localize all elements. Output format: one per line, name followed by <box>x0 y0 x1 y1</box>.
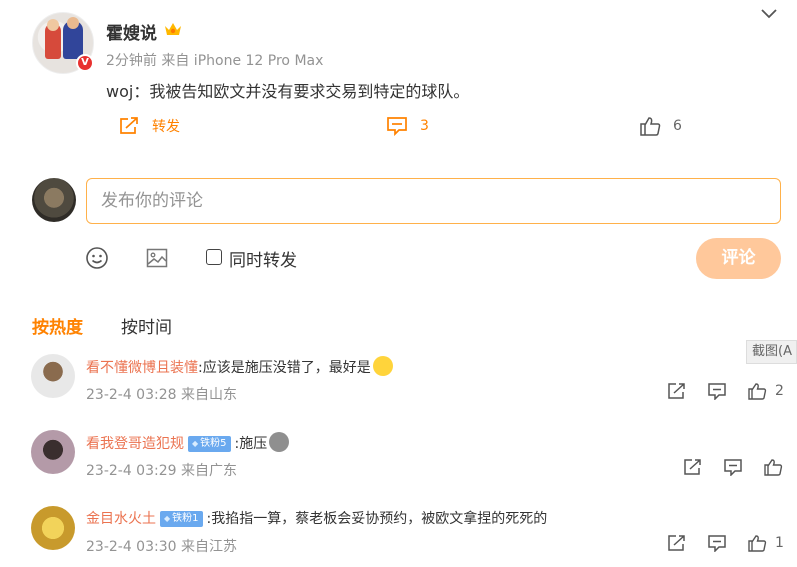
repost-label: 转发 <box>152 119 180 135</box>
comment-like-button[interactable]: 1 <box>747 534 784 552</box>
comment-username[interactable]: 看不懂微博且装懂 <box>86 360 198 376</box>
comment-avatar[interactable] <box>31 506 75 550</box>
comment-like-button[interactable] <box>763 458 791 476</box>
comment-like-count: 1 <box>775 535 784 551</box>
comment-icon <box>708 535 726 552</box>
comment-time: 23-2-4 03:30 来自江苏 <box>86 539 237 555</box>
thumbs-up-icon <box>748 383 767 400</box>
comment-icon <box>708 383 726 400</box>
thumbs-up-icon <box>764 459 783 476</box>
fan-badge: 铁粉5 <box>188 436 231 452</box>
image-icon[interactable] <box>146 247 168 269</box>
comment-repost-button[interactable] <box>667 382 687 400</box>
comment-avatar[interactable] <box>31 430 75 474</box>
fan-badge: 铁粉1 <box>160 511 203 527</box>
comment-repost-button[interactable] <box>667 534 687 552</box>
comment-username[interactable]: 金目水火土 <box>86 511 156 527</box>
author-name[interactable]: 霍嫂说 <box>106 19 157 44</box>
comment-actions: 2 <box>647 382 784 400</box>
comment-text: :我掐指一算，蔡老板会妥协预约，被欧文拿捏的死死的 <box>206 511 548 527</box>
tab-sort-hot[interactable]: 按热度 <box>32 313 83 338</box>
comment-username[interactable]: 看我登哥造犯规 <box>86 436 184 452</box>
tab-sort-time[interactable]: 按时间 <box>121 313 172 338</box>
comment-reply-button[interactable] <box>707 534 727 552</box>
comment-actions: 1 <box>647 534 784 552</box>
submit-comment-button[interactable]: 评论 <box>696 238 781 279</box>
comment-actions <box>663 458 791 476</box>
share-label[interactable]: 同时转发 <box>229 246 297 271</box>
comment-reply-button[interactable] <box>707 382 727 400</box>
comment-like-button[interactable]: 2 <box>747 382 784 400</box>
comment-avatar[interactable] <box>31 354 75 398</box>
comment-repost-button[interactable] <box>683 458 703 476</box>
comment-input[interactable] <box>86 178 781 224</box>
comment-text: :施压 <box>234 436 268 452</box>
screenshot-tooltip: 截图(A <box>746 340 797 364</box>
comment-line: 看我登哥造犯规铁粉5:施压 <box>86 432 290 453</box>
comment-icon <box>724 459 742 476</box>
comment-time: 23-2-4 03:28 来自山东 <box>86 387 237 403</box>
repost-button[interactable]: 转发 <box>118 116 180 136</box>
comment-icon <box>387 117 407 136</box>
share-icon <box>684 459 701 475</box>
crown-icon <box>165 23 181 35</box>
emoji-sticker-icon <box>269 432 290 452</box>
comment-like-count: 2 <box>775 383 784 399</box>
crying-emoji-icon <box>372 356 393 376</box>
post-text: woj：我被告知欧文并没有要求交易到特定的球队。 <box>106 82 470 101</box>
chevron-down-icon[interactable] <box>759 6 779 22</box>
comment-line: 金目水火土铁粉1:我掐指一算，蔡老板会妥协预约，被欧文拿捏的死死的 <box>86 508 547 528</box>
share-icon <box>668 383 685 399</box>
emoji-icon[interactable] <box>85 246 109 270</box>
comment-reply-button[interactable] <box>723 458 743 476</box>
share-checkbox[interactable] <box>206 249 222 265</box>
comment-count: 3 <box>420 118 429 134</box>
thumbs-up-icon <box>748 535 767 552</box>
comment-button[interactable]: 3 <box>386 116 429 136</box>
verified-badge: V <box>76 54 94 72</box>
repost-icon <box>120 117 138 134</box>
thumbs-up-icon <box>640 117 661 136</box>
like-count: 6 <box>673 118 682 134</box>
comment-time: 23-2-4 03:29 来自广东 <box>86 463 237 479</box>
like-button[interactable]: 6 <box>639 116 682 136</box>
comment-line: 看不懂微博且装懂:应该是施压没错了，最好是 <box>86 356 393 377</box>
share-icon <box>668 535 685 551</box>
post-meta: 2分钟前 来自 iPhone 12 Pro Max <box>106 53 324 69</box>
current-user-avatar <box>32 178 76 222</box>
comment-text: :应该是施压没错了，最好是 <box>198 360 371 376</box>
